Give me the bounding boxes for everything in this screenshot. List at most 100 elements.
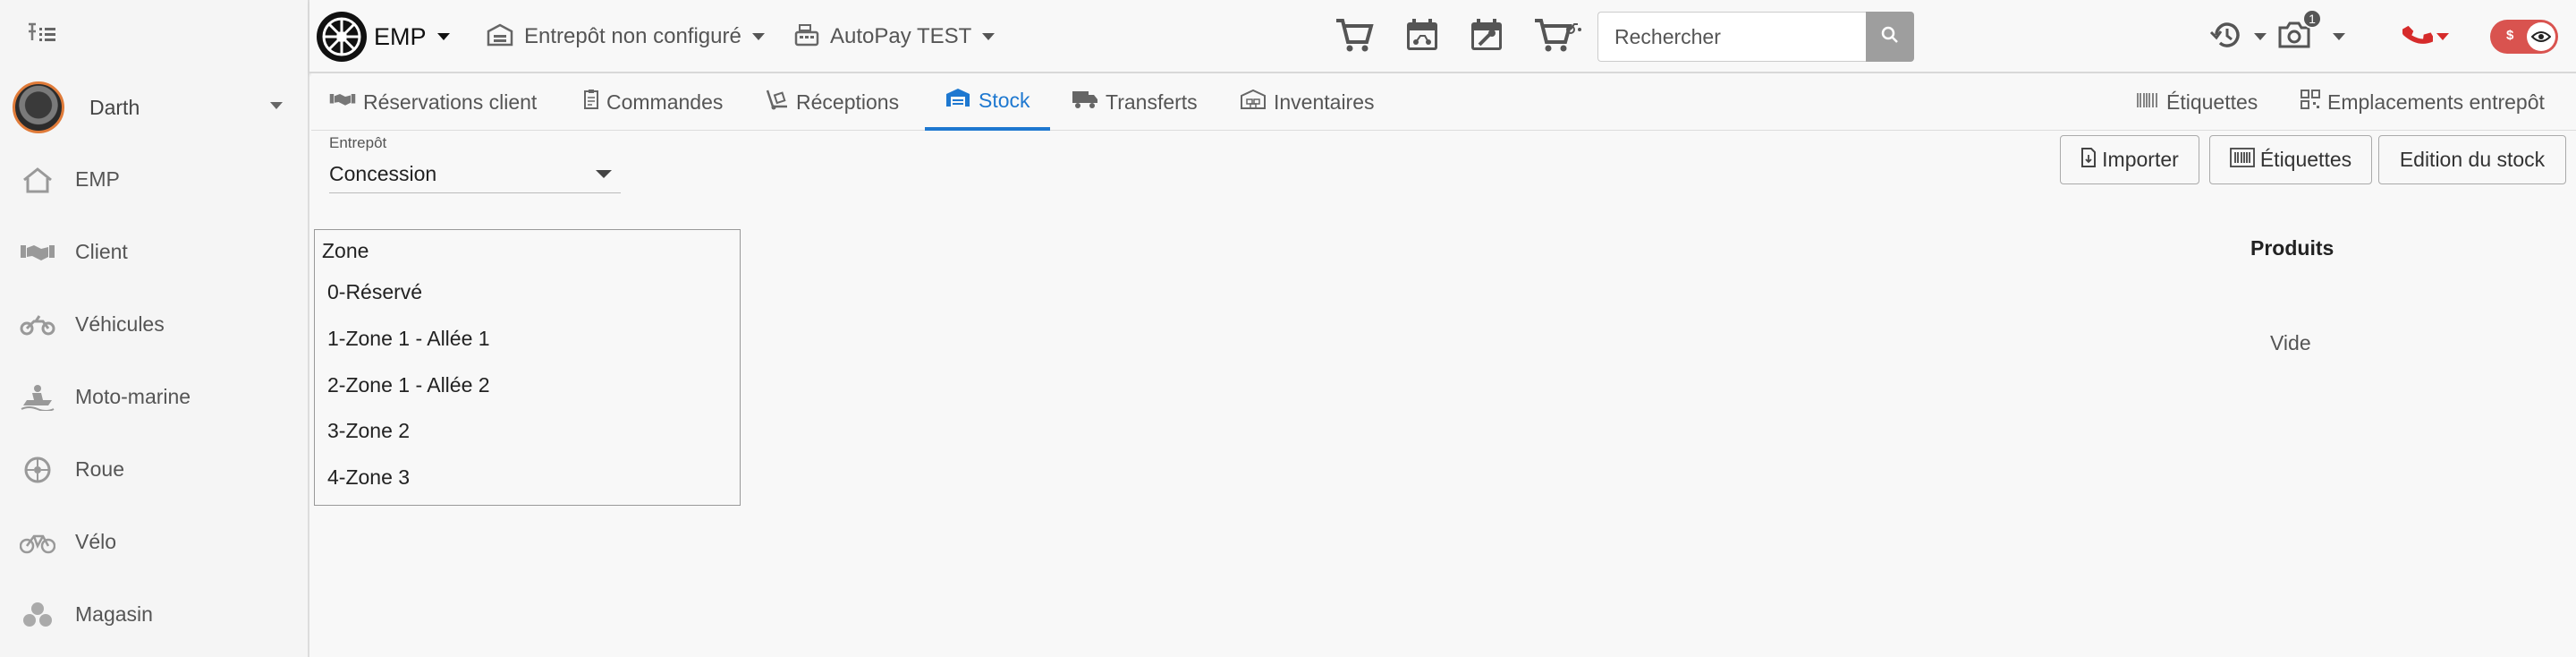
sidebar-item-label: EMP xyxy=(75,167,120,191)
user-dropdown-icon[interactable] xyxy=(270,102,283,109)
tab-emplacements-entrepot[interactable]: Emplacements entrepôt xyxy=(2301,73,2545,131)
sidebar-item-roue[interactable]: Roue xyxy=(0,433,308,506)
zone-list: Zone 0-Réservé 1-Zone 1 - Allée 1 2-Zone… xyxy=(314,229,741,506)
zone-item[interactable]: 0-Réservé xyxy=(327,280,422,304)
labels-button-label: Étiquettes xyxy=(2259,148,2352,171)
search-input[interactable]: Rechercher xyxy=(1597,12,1866,62)
calendar-moto-button[interactable] xyxy=(1404,0,1440,73)
dollar-icon: $ xyxy=(2506,28,2514,43)
chevron-down-icon xyxy=(596,170,612,178)
file-import-icon xyxy=(2080,147,2102,173)
camera-dropdown[interactable] xyxy=(2333,0,2345,73)
price-visibility-toggle[interactable]: $ xyxy=(2490,20,2558,54)
barcode-icon xyxy=(2229,147,2260,173)
search-icon xyxy=(1881,26,1899,48)
chevron-down-icon xyxy=(436,33,450,40)
sidebar-item-magasin[interactable]: Magasin xyxy=(0,578,308,651)
cart-motorcycle-icon xyxy=(1533,17,1581,57)
warehouse-field-label: Entrepôt xyxy=(329,134,387,151)
edit-stock-button-label: Edition du stock xyxy=(2399,148,2546,171)
tab-commandes[interactable]: Commandes xyxy=(583,73,723,131)
tab-stock[interactable]: Stock xyxy=(925,73,1050,131)
sidebar-item-label: Vélo xyxy=(75,530,117,553)
tab-receptions[interactable]: Réceptions xyxy=(766,73,899,131)
tab-label: Stock xyxy=(979,88,1030,112)
tab-label: Inventaires xyxy=(1274,90,1375,114)
zone-item[interactable]: 4-Zone 3 xyxy=(327,465,410,490)
search-button[interactable] xyxy=(1866,12,1914,62)
sidebar-item-label: Moto-marine xyxy=(75,385,191,408)
truck-icon xyxy=(1072,90,1106,115)
edit-stock-button[interactable]: Edition du stock xyxy=(2378,135,2566,184)
jetski-icon xyxy=(18,384,57,411)
sidebar-item-label: Magasin xyxy=(75,602,153,626)
payment-selector[interactable]: AutoPay TEST xyxy=(794,0,996,73)
dolly-icon xyxy=(766,89,796,115)
top-bar: EMP Entrepôt non configuré AutoPay TEST … xyxy=(309,0,2576,73)
sidebar-item-emp[interactable]: EMP xyxy=(0,143,308,216)
payment-label: AutoPay TEST xyxy=(830,24,972,48)
pin-list-icon[interactable] xyxy=(25,22,57,48)
chevron-down-icon xyxy=(751,33,765,40)
warehouse-icon xyxy=(487,23,513,51)
labels-button[interactable]: Étiquettes xyxy=(2209,135,2372,184)
sidebar-item-vehicules[interactable]: Véhicules xyxy=(0,288,308,361)
home-icon xyxy=(18,166,57,193)
wheel-icon xyxy=(18,456,57,483)
tab-label: Réceptions xyxy=(796,90,900,114)
brand-menu[interactable]: EMP xyxy=(317,0,450,73)
warehouse-selector[interactable]: Entrepôt non configuré xyxy=(487,0,765,73)
warehouse-outline-icon xyxy=(1240,89,1274,115)
sidebar-item-moto-marine[interactable]: Moto-marine xyxy=(0,361,308,433)
tab-reservations-client[interactable]: Réservations client xyxy=(329,73,537,131)
chevron-down-icon xyxy=(2436,33,2449,40)
avatar xyxy=(13,81,64,133)
brand-name: EMP xyxy=(374,22,427,50)
sidebar: Darth EMP Client Véhicules Moto-marine R… xyxy=(0,0,309,657)
barcode-icon xyxy=(2136,90,2166,115)
sidebar-header xyxy=(0,0,308,70)
cart-moto-button[interactable] xyxy=(1533,0,1581,73)
warehouse-select[interactable]: Concession xyxy=(329,156,621,193)
calendar-wrench-icon xyxy=(1469,17,1504,57)
cash-register-icon xyxy=(794,23,819,51)
warehouse-select-value: Concession xyxy=(329,162,437,185)
clipboard-icon xyxy=(583,89,606,115)
camera-badge: 1 xyxy=(2302,9,2322,29)
sidebar-item-client[interactable]: Client xyxy=(0,216,308,288)
zone-item[interactable]: 2-Zone 1 - Allée 2 xyxy=(327,373,490,397)
sidebar-item-velo[interactable]: Vélo xyxy=(0,506,308,578)
warehouse-icon xyxy=(945,87,979,114)
tab-bar: Réservations client Commandes Réceptions… xyxy=(311,73,2576,131)
zone-item[interactable]: 3-Zone 2 xyxy=(327,419,410,443)
calendar-repair-button[interactable] xyxy=(1469,0,1504,73)
chevron-down-icon xyxy=(2254,33,2267,40)
tab-transferts[interactable]: Transferts xyxy=(1072,73,1198,131)
warehouse-label: Entrepôt non configuré xyxy=(524,24,741,48)
tab-etiquettes[interactable]: Étiquettes xyxy=(2136,73,2258,131)
tab-label: Commandes xyxy=(606,90,724,114)
import-button[interactable]: Importer xyxy=(2060,135,2199,184)
products-title: Produits xyxy=(2250,236,2334,260)
eye-icon xyxy=(2527,22,2555,51)
cart-icon xyxy=(1335,17,1374,57)
tab-label: Réservations client xyxy=(363,90,538,114)
zone-item[interactable]: 1-Zone 1 - Allée 1 xyxy=(327,327,490,351)
chevron-down-icon xyxy=(982,33,996,40)
user-name: Darth xyxy=(89,95,140,119)
sidebar-item-label: Véhicules xyxy=(75,312,165,336)
sidebar-item-label: Client xyxy=(75,240,128,263)
tab-label: Transferts xyxy=(1106,90,1198,114)
cart-button[interactable] xyxy=(1335,0,1374,73)
tab-inventaires[interactable]: Inventaires xyxy=(1240,73,1375,131)
brand-logo-icon xyxy=(317,12,367,62)
zone-list-title: Zone xyxy=(322,239,369,262)
history-button[interactable] xyxy=(2209,0,2267,73)
sidebar-nav: EMP Client Véhicules Moto-marine Roue Vé… xyxy=(0,143,308,651)
tab-label: Étiquettes xyxy=(2166,90,2258,114)
user-menu[interactable]: Darth xyxy=(13,79,299,136)
motorcycle-icon xyxy=(18,311,57,338)
phone-button[interactable] xyxy=(2402,0,2449,73)
qr-code-icon xyxy=(2301,90,2327,115)
sidebar-item-label: Roue xyxy=(75,457,124,481)
